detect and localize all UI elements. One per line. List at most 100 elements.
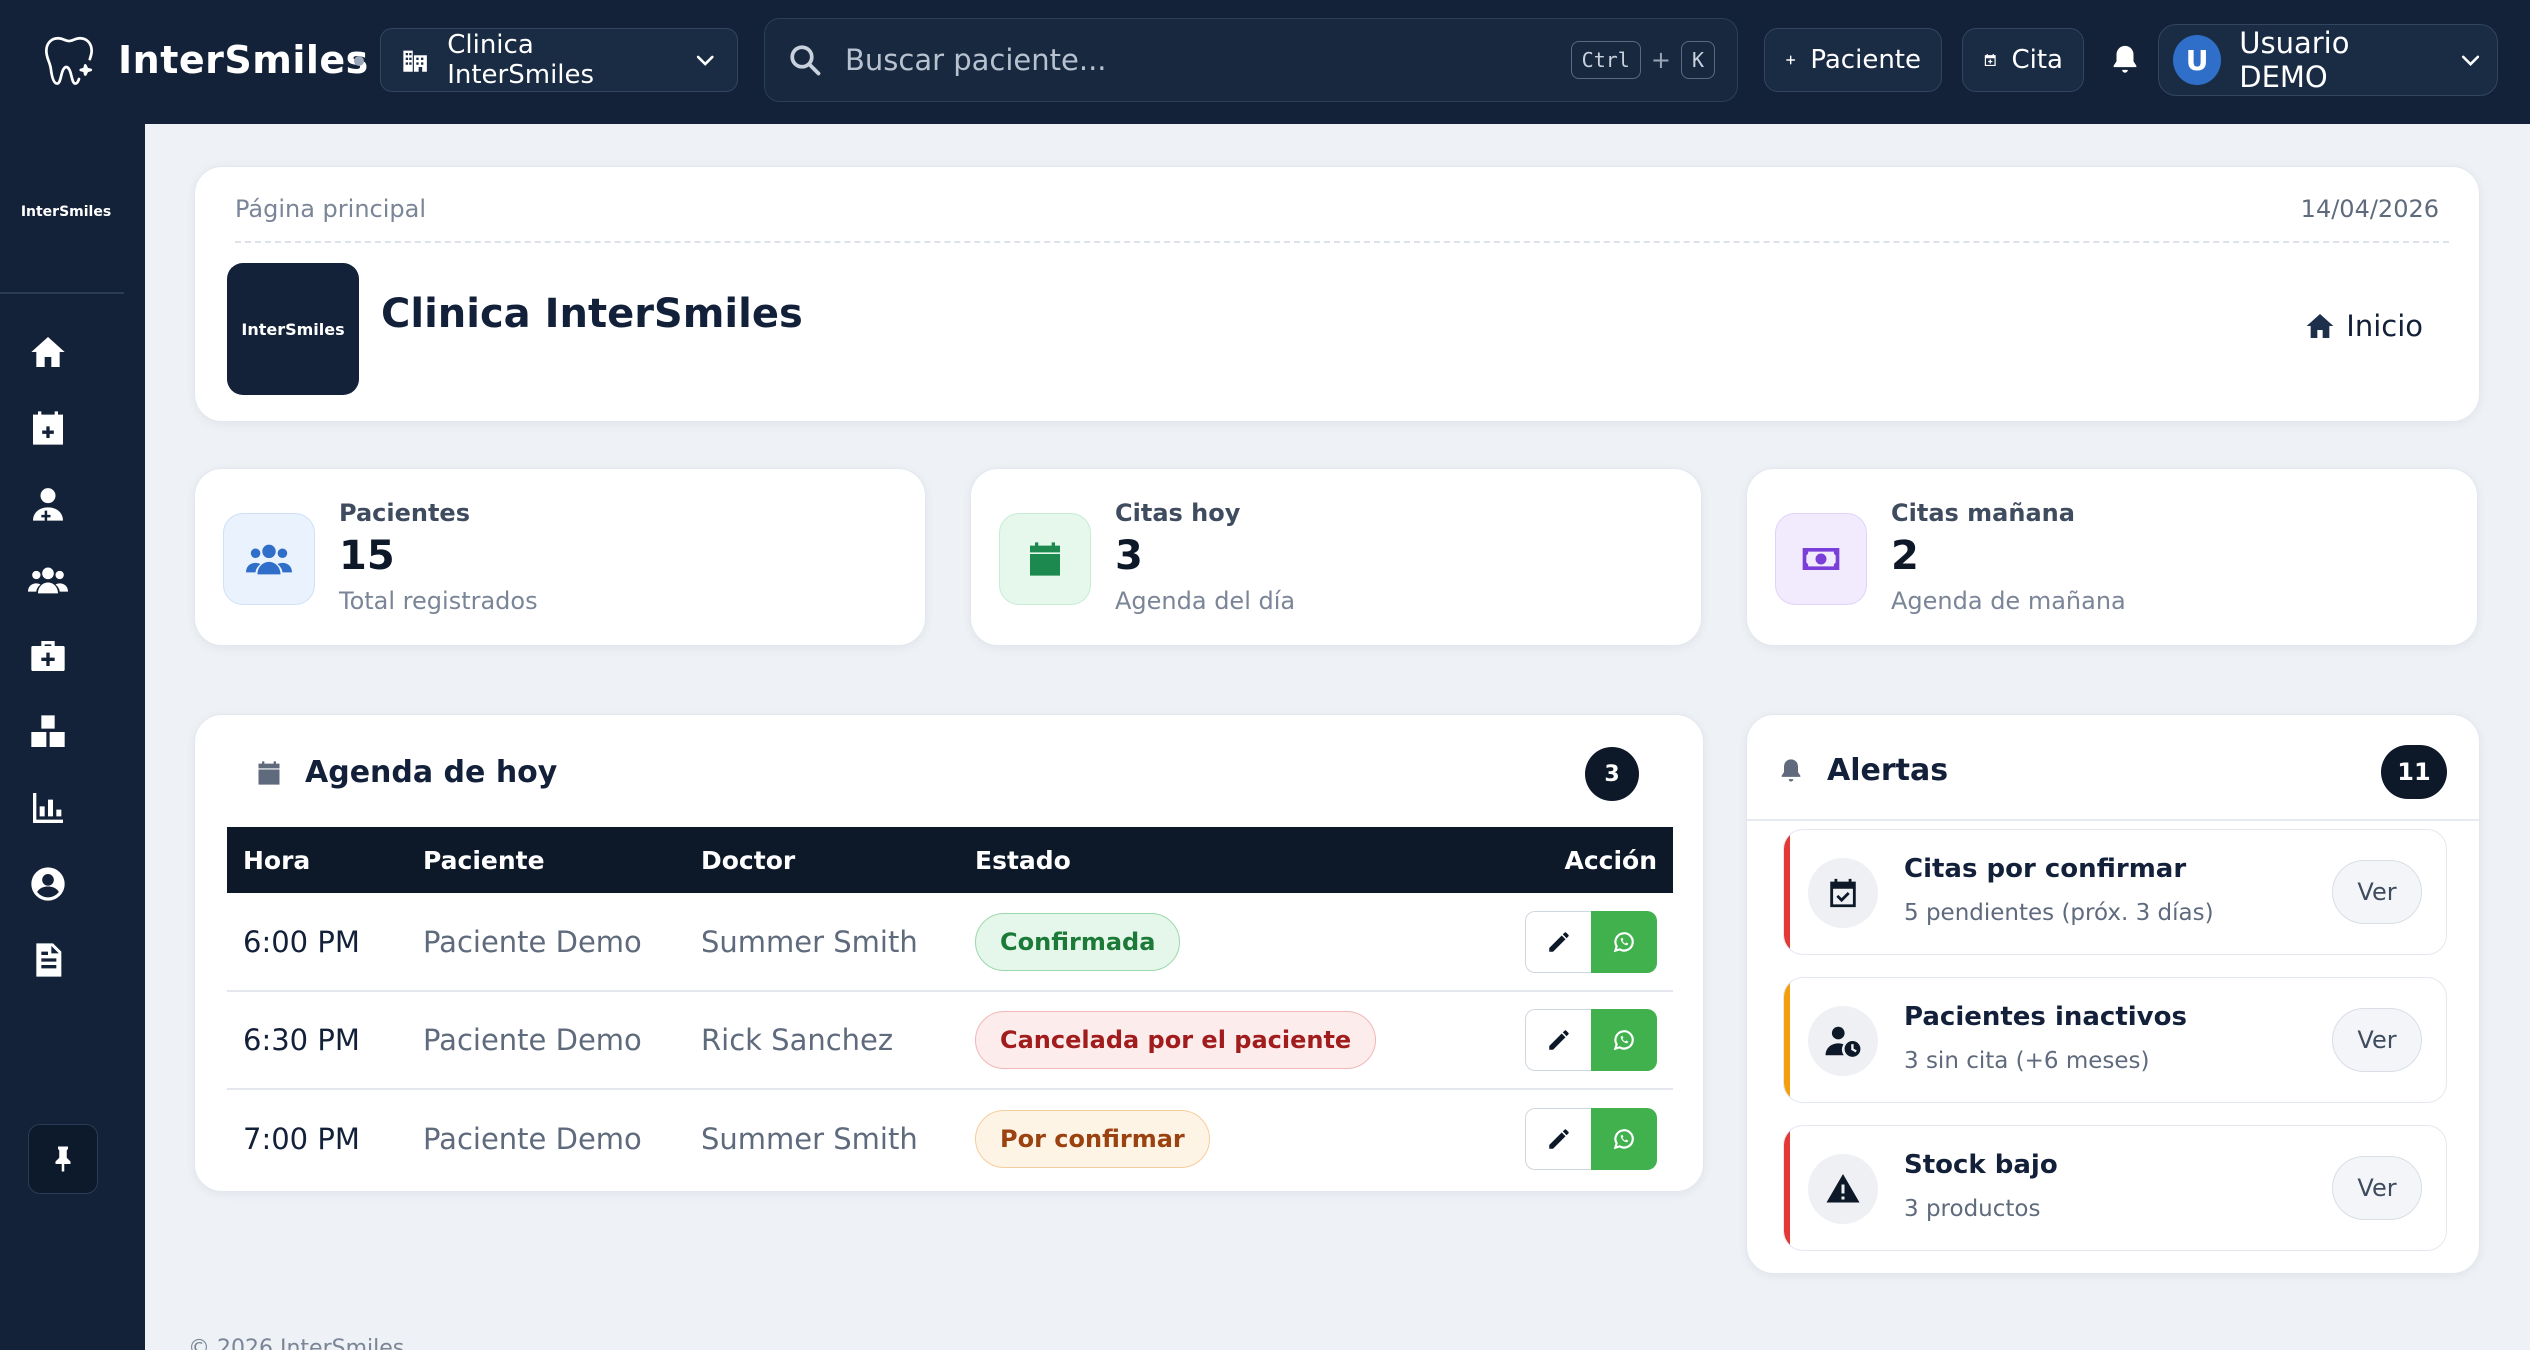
- chart-bar-icon: [33, 793, 63, 823]
- sidebar-item-profile[interactable]: [24, 860, 72, 908]
- plus-icon: [1786, 55, 1796, 65]
- whatsapp-button[interactable]: [1591, 1009, 1657, 1071]
- pin-icon: [55, 1146, 71, 1172]
- sidebar-item-reports[interactable]: [24, 784, 72, 832]
- sidebar-item-appointments[interactable]: [24, 404, 72, 452]
- column-header: Doctor: [685, 827, 959, 893]
- document-icon: [36, 943, 62, 977]
- alerts-title-text: Alertas: [1827, 753, 1949, 788]
- user-doctor-icon: [33, 488, 63, 521]
- user-clock-icon: [1825, 1026, 1861, 1057]
- cell-patient[interactable]: Paciente Demo: [407, 1089, 685, 1187]
- whatsapp-icon: [1613, 1030, 1634, 1051]
- new-patient-label: Paciente: [1810, 45, 1921, 75]
- cell-doctor: Rick Sanchez: [685, 991, 959, 1090]
- edit-button[interactable]: [1525, 1107, 1591, 1170]
- stat-label: Pacientes: [339, 499, 470, 527]
- column-header: Acción: [1431, 827, 1673, 893]
- page-title: Clinica InterSmiles: [381, 291, 803, 337]
- separator-dot: [354, 56, 364, 66]
- stat-icon-wrap: [1775, 513, 1867, 605]
- calendar-check-icon: [1830, 878, 1856, 908]
- sidebar-item-documents[interactable]: [24, 936, 72, 984]
- chevron-down-icon: [2461, 55, 2480, 67]
- whatsapp-button[interactable]: [1591, 910, 1657, 973]
- search-icon: [790, 45, 821, 76]
- home-link[interactable]: Inicio: [2304, 309, 2423, 343]
- sidebar-item-home[interactable]: [24, 328, 72, 376]
- cell-status: Cancelada por el paciente: [959, 991, 1431, 1090]
- clinic-select-value: Clinica InterSmiles: [447, 30, 595, 90]
- building-icon: [403, 50, 427, 72]
- whatsapp-icon: [1613, 1128, 1634, 1149]
- alert-title: Stock bajo: [1904, 1150, 2058, 1180]
- stat-value: 15: [339, 533, 395, 579]
- stat-card-patients: Pacientes 15 Total registrados: [194, 468, 926, 646]
- cell-status: Confirmada: [959, 893, 1431, 992]
- home-icon: [2306, 314, 2334, 338]
- calendar-plus-icon: [1984, 53, 1996, 67]
- stat-label: Citas mañana: [1891, 499, 2075, 527]
- alert-subtitle: 3 sin cita (+6 meses): [1904, 1048, 2150, 1074]
- sidebar-item-treatments[interactable]: [24, 632, 72, 680]
- cell-actions: [1431, 893, 1673, 992]
- user-circle-icon: [31, 867, 65, 901]
- stat-sub: Agenda del día: [1115, 587, 1296, 615]
- sidebar-logo[interactable]: InterSmiles: [8, 154, 124, 270]
- cell-actions: [1431, 991, 1673, 1090]
- view-button[interactable]: Ver: [2332, 1156, 2422, 1220]
- search-bar[interactable]: Ctrl + K: [764, 18, 1738, 102]
- calendar-plus-icon: [33, 411, 63, 445]
- breadcrumb[interactable]: Página principal: [235, 195, 426, 223]
- agenda-title-text: Agenda de hoy: [305, 755, 558, 790]
- sidebar-item-patients[interactable]: [24, 556, 72, 604]
- alert-item-pending-appointments: Citas por confirmar 5 pendientes (próx. …: [1783, 829, 2447, 955]
- new-appointment-button[interactable]: Cita: [1962, 28, 2084, 92]
- table-row: 6:30 PM Paciente Demo Rick Sanchez Cance…: [227, 991, 1673, 1090]
- sidebar-logo-text: InterSmiles: [20, 204, 112, 220]
- sidebar-item-inventory[interactable]: [24, 708, 72, 756]
- edit-button[interactable]: [1525, 1009, 1591, 1071]
- shortcut-key-k: K: [1680, 41, 1715, 79]
- cell-patient[interactable]: Paciente Demo: [407, 893, 685, 992]
- current-date: 14/04/2026: [2300, 195, 2439, 223]
- agenda-table: Hora Paciente Doctor Estado Acción 6:00 …: [227, 827, 1673, 1187]
- agenda-title: Agenda de hoy: [255, 755, 557, 790]
- pin-sidebar-button[interactable]: [28, 1124, 98, 1194]
- brand-logo[interactable]: InterSmiles: [40, 28, 369, 92]
- alert-accent-bar: [1784, 830, 1790, 954]
- user-menu[interactable]: U Usuario DEMO: [2158, 24, 2498, 96]
- money-bill-icon: [1802, 548, 1840, 570]
- clinic-select[interactable]: Clinica InterSmiles: [380, 28, 738, 92]
- user-name: Usuario DEMO: [2239, 26, 2350, 94]
- table-row: 7:00 PM Paciente Demo Summer Smith Por c…: [227, 1089, 1673, 1187]
- edit-button[interactable]: [1525, 910, 1591, 973]
- sidebar-item-doctors[interactable]: [24, 480, 72, 528]
- alert-subtitle: 5 pendientes (próx. 3 días): [1904, 900, 2214, 926]
- top-bar: InterSmiles Clinica InterSmiles Ctrl + K…: [0, 0, 2530, 124]
- cell-patient[interactable]: Paciente Demo: [407, 991, 685, 1090]
- stat-card-appointments-today: Citas hoy 3 Agenda del día: [970, 468, 1702, 646]
- new-patient-button[interactable]: Paciente: [1764, 28, 1942, 92]
- agenda-count-badge: 3: [1585, 747, 1639, 801]
- alerts-card: Alertas 11 Citas por confirmar 5 pendien…: [1746, 714, 2480, 1274]
- table-row: 6:00 PM Paciente Demo Summer Smith Confi…: [227, 893, 1673, 992]
- users-icon: [246, 544, 292, 575]
- whatsapp-button[interactable]: [1591, 1107, 1657, 1170]
- warning-icon: [1826, 1174, 1860, 1203]
- view-button[interactable]: Ver: [2332, 1008, 2422, 1072]
- users-icon: [28, 567, 68, 594]
- alert-icon-wrap: [1808, 1006, 1878, 1076]
- bell-icon: [1781, 758, 1801, 781]
- alerts-divider: [1747, 819, 2479, 821]
- table-header-row: Hora Paciente Doctor Estado Acción: [227, 827, 1673, 893]
- view-button[interactable]: Ver: [2332, 860, 2422, 924]
- search-shortcut: Ctrl + K: [1570, 41, 1715, 79]
- notifications-bell-icon[interactable]: [2108, 42, 2142, 78]
- sidebar-divider: [0, 292, 124, 294]
- cell-doctor: Summer Smith: [701, 1121, 918, 1156]
- alert-accent-bar: [1784, 1126, 1790, 1250]
- chevron-down-icon: [696, 55, 714, 66]
- cell-actions: [1431, 1089, 1673, 1187]
- search-input[interactable]: [845, 43, 1549, 77]
